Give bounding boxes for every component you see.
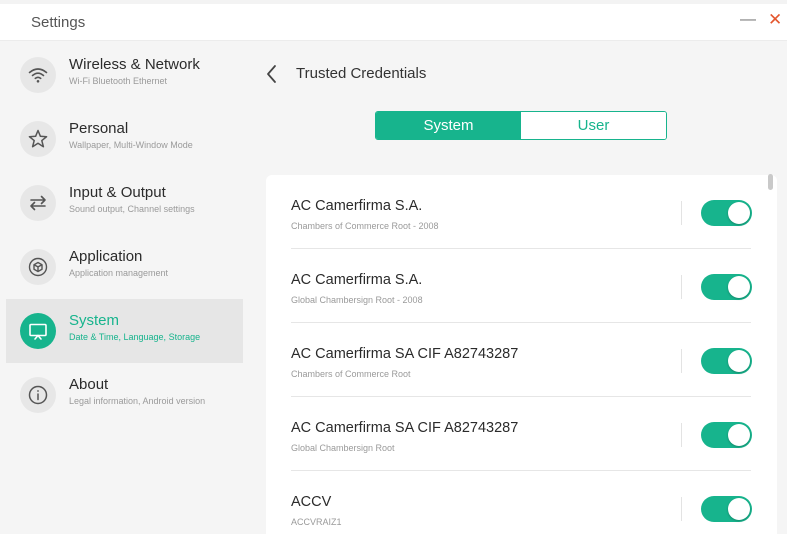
toggle-knob <box>728 424 750 446</box>
credential-toggle[interactable] <box>701 274 752 300</box>
list-item: AC Camerfirma S.A. Chambers of Commerce … <box>291 175 752 249</box>
sidebar-item-about[interactable]: About Legal information, Android version <box>6 363 243 427</box>
sidebar-item-title: About <box>69 376 109 393</box>
row-separator <box>681 423 682 447</box>
list-item: ACCV ACCVRAIZ1 <box>291 471 752 534</box>
star-icon <box>20 121 56 157</box>
sidebar-item-subtitle: Application management <box>69 268 169 278</box>
cube-icon <box>20 249 56 285</box>
wifi-icon <box>20 57 56 93</box>
page-title: Trusted Credentials <box>296 65 427 82</box>
toggle-knob <box>728 276 750 298</box>
list-item: AC Camerfirma S.A. Global Chambersign Ro… <box>291 249 752 323</box>
sidebar-item-input-output[interactable]: Input & Output Sound output, Channel set… <box>6 171 243 235</box>
sidebar-item-subtitle: Wallpaper, Multi-Window Mode <box>69 140 193 150</box>
credential-title: AC Camerfirma S.A. <box>291 198 423 214</box>
back-chevron-icon[interactable] <box>265 64 279 84</box>
sidebar-item-wireless-network[interactable]: Wireless & Network Wi-Fi Bluetooth Ether… <box>6 43 243 107</box>
credential-title: AC Camerfirma SA CIF A82743287 <box>291 346 519 362</box>
credential-toggle[interactable] <box>701 496 752 522</box>
sidebar-item-system[interactable]: System Date & Time, Language, Storage <box>6 299 243 363</box>
sidebar-item-subtitle: Date & Time, Language, Storage <box>69 332 201 342</box>
credentials-list: AC Camerfirma S.A. Chambers of Commerce … <box>266 175 777 534</box>
sidebar-item-title: Wireless & Network <box>69 56 200 73</box>
sidebar-item-title: Input & Output <box>69 184 166 201</box>
credential-subtitle: Chambers of Commerce Root - 2008 <box>291 221 439 231</box>
sidebar-item-title: System <box>69 312 120 329</box>
title-bar: Settings — ✕ <box>0 4 787 41</box>
list-item: AC Camerfirma SA CIF A82743287 Global Ch… <box>291 397 752 471</box>
toggle-knob <box>728 350 750 372</box>
tab-system[interactable]: System <box>376 112 521 139</box>
credential-subtitle: Global Chambersign Root - 2008 <box>291 295 423 305</box>
sidebar: Wireless & Network Wi-Fi Bluetooth Ether… <box>0 41 243 534</box>
row-separator <box>681 275 682 299</box>
toggle-knob <box>728 202 750 224</box>
sidebar-item-subtitle: Sound output, Channel settings <box>69 204 195 214</box>
credential-subtitle: ACCVRAIZ1 <box>291 517 342 527</box>
credential-toggle[interactable] <box>701 348 752 374</box>
sidebar-item-subtitle: Legal information, Android version <box>69 396 206 406</box>
minimize-button[interactable]: — <box>740 12 756 28</box>
sidebar-item-application[interactable]: Application Application management <box>6 235 243 299</box>
sidebar-item-title: Application <box>69 248 143 265</box>
list-scrollbar[interactable] <box>768 174 773 190</box>
arrows-swap-icon <box>20 185 56 221</box>
sidebar-item-title: Personal <box>69 120 129 137</box>
close-button[interactable]: ✕ <box>768 11 782 28</box>
main-panel: Trusted Credentials System User AC Camer… <box>243 41 787 534</box>
sidebar-item-subtitle: Wi-Fi Bluetooth Ethernet <box>69 76 168 86</box>
credential-title: AC Camerfirma SA CIF A82743287 <box>291 420 519 436</box>
app-title: Settings <box>31 14 86 31</box>
credential-subtitle: Chambers of Commerce Root <box>291 369 411 379</box>
credentials-tab-group: System User <box>375 111 667 140</box>
row-separator <box>681 349 682 373</box>
toggle-knob <box>728 498 750 520</box>
credential-title: ACCV <box>291 494 332 510</box>
tab-user[interactable]: User <box>521 112 666 139</box>
row-separator <box>681 201 682 225</box>
credential-title: AC Camerfirma S.A. <box>291 272 423 288</box>
credential-toggle[interactable] <box>701 422 752 448</box>
info-icon <box>20 377 56 413</box>
credential-toggle[interactable] <box>701 200 752 226</box>
row-separator <box>681 497 682 521</box>
monitor-icon <box>20 313 56 349</box>
list-item: AC Camerfirma SA CIF A82743287 Chambers … <box>291 323 752 397</box>
sidebar-item-personal[interactable]: Personal Wallpaper, Multi-Window Mode <box>6 107 243 171</box>
credential-subtitle: Global Chambersign Root <box>291 443 395 453</box>
